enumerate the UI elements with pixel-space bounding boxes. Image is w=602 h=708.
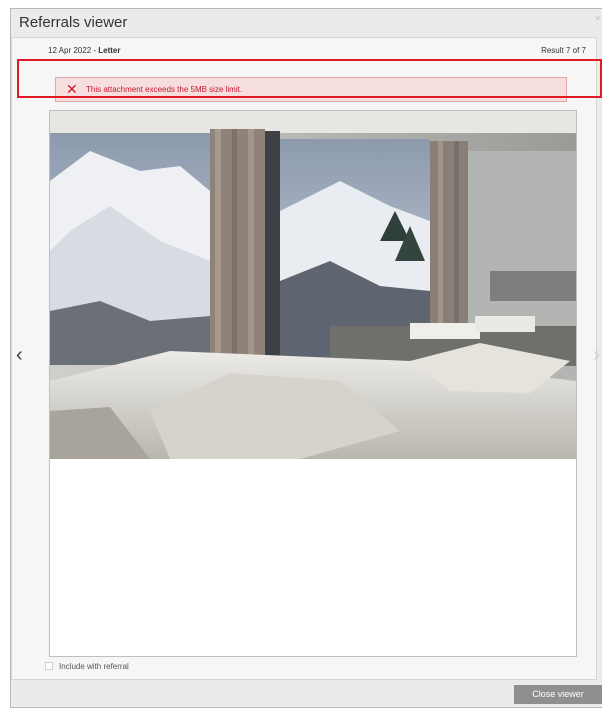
dialog-title: Referrals viewer [19,14,128,31]
attachment-date: 12 Apr 2022 [48,46,92,55]
error-alert: ✕ This attachment exceeds the 5MB size l… [55,77,567,102]
referrals-viewer-dialog: Referrals viewer × 12 Apr 2022 - Letter … [10,8,602,708]
previous-arrow-icon[interactable]: ‹ [16,344,23,367]
viewer-panel: 12 Apr 2022 - Letter Result 7 of 7 ✕ Thi… [11,37,597,680]
attachment-meta: 12 Apr 2022 - Letter [48,46,121,55]
close-icon[interactable]: × [595,13,601,25]
result-counter: Result 7 of 7 [541,46,586,55]
error-message: This attachment exceeds the 5MB size lim… [86,85,243,94]
attachment-preview [49,110,577,657]
include-checkbox[interactable] [45,662,53,670]
next-arrow-icon[interactable]: › [593,344,600,367]
attachment-image [50,111,576,459]
include-label: Include with referral [59,662,129,671]
close-viewer-button[interactable]: Close viewer [514,685,602,704]
x-icon: ✕ [66,81,78,97]
attachment-type: Letter [98,46,121,55]
